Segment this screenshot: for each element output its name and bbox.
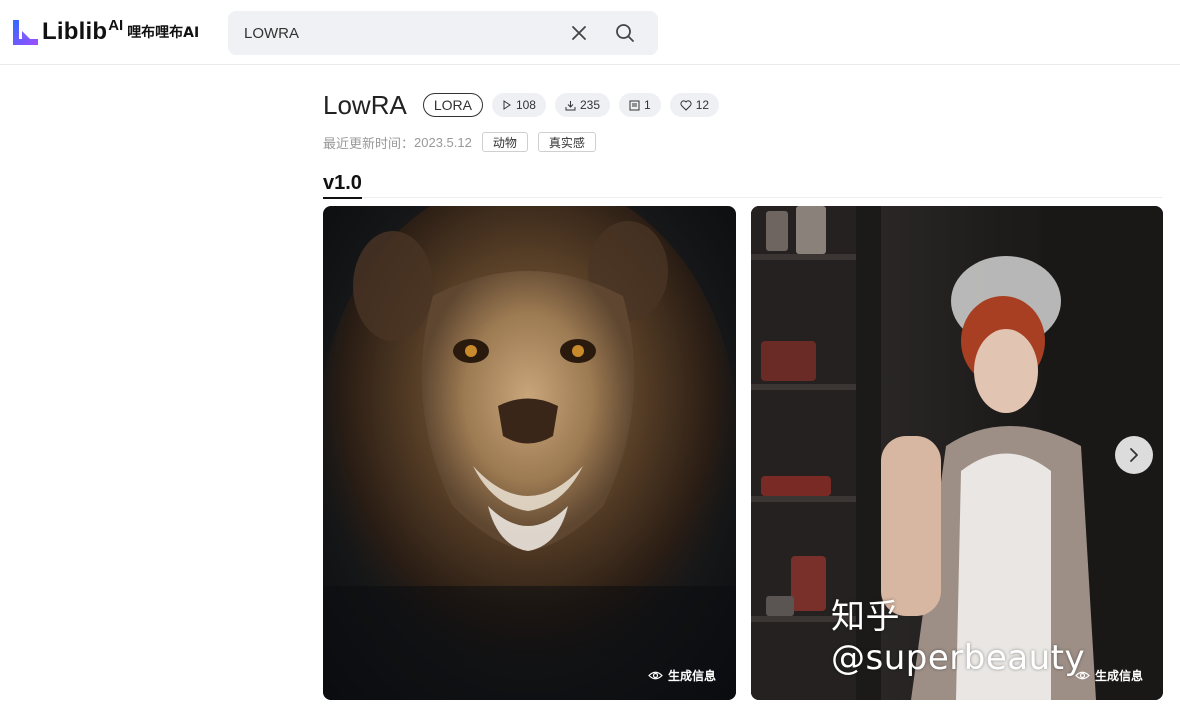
tab-version-v1[interactable]: v1.0 [323,172,362,199]
meta-row: 最近更新时间： 2023.5.12 动物 真实感 [323,132,596,152]
next-image-button[interactable] [1115,436,1153,474]
tag-realistic[interactable]: 真实感 [537,132,596,152]
generation-info-label: 生成信息 [1094,669,1143,683]
logo-text: Liblib [42,18,108,45]
likes-count: 12 [695,98,710,112]
images-stat: 1 [619,93,661,117]
close-icon [572,26,586,40]
logo-mark-icon [13,20,38,45]
title-row: LowRA LORA 108 235 1 12 [323,89,720,120]
tag-animal[interactable]: 动物 [481,132,528,152]
generation-info-button[interactable]: 生成信息 [648,667,716,684]
site-logo[interactable]: Liblib AI 哩布哩布AI [10,16,199,48]
clear-search-button[interactable] [568,22,590,44]
likes-stat[interactable]: 12 [669,93,720,117]
logo-ai-text: AI [108,16,124,34]
image-icon [629,100,640,110]
play-icon [503,100,511,110]
chevron-right-icon [1130,448,1138,462]
version-tabs: v1.0 [323,172,1163,199]
gallery-image-woman[interactable]: 知乎 @superbeauty 生成信息 [751,206,1163,700]
downloads-count: 235 [579,98,601,112]
eye-icon [1075,671,1090,680]
search-input[interactable] [244,11,554,55]
runs-stat: 108 [491,93,546,117]
eye-icon [648,671,663,680]
watermark-text: 知乎 @superbeauty [831,597,1086,678]
generation-info-button[interactable]: 生成信息 [1075,667,1143,684]
update-label: 最近更新时间： [323,136,415,152]
search-button[interactable] [614,22,636,44]
download-icon [565,100,576,110]
top-bar: Liblib AI 哩布哩布AI [0,0,1180,65]
model-type-badge: LORA [422,93,483,117]
logo-cn-text: 哩布哩布AI [127,25,200,41]
search-bar [228,11,658,55]
update-date: 2023.5.12 [414,134,472,150]
runs-count: 108 [515,98,536,112]
downloads-stat: 235 [554,93,611,117]
page-title: LowRA [323,89,407,120]
lion-image [323,206,736,700]
gallery-image-lion[interactable]: 生成信息 [323,206,736,700]
heart-icon [680,99,692,111]
generation-info-label: 生成信息 [667,669,716,683]
search-icon [616,24,634,42]
images-count: 1 [644,98,651,112]
